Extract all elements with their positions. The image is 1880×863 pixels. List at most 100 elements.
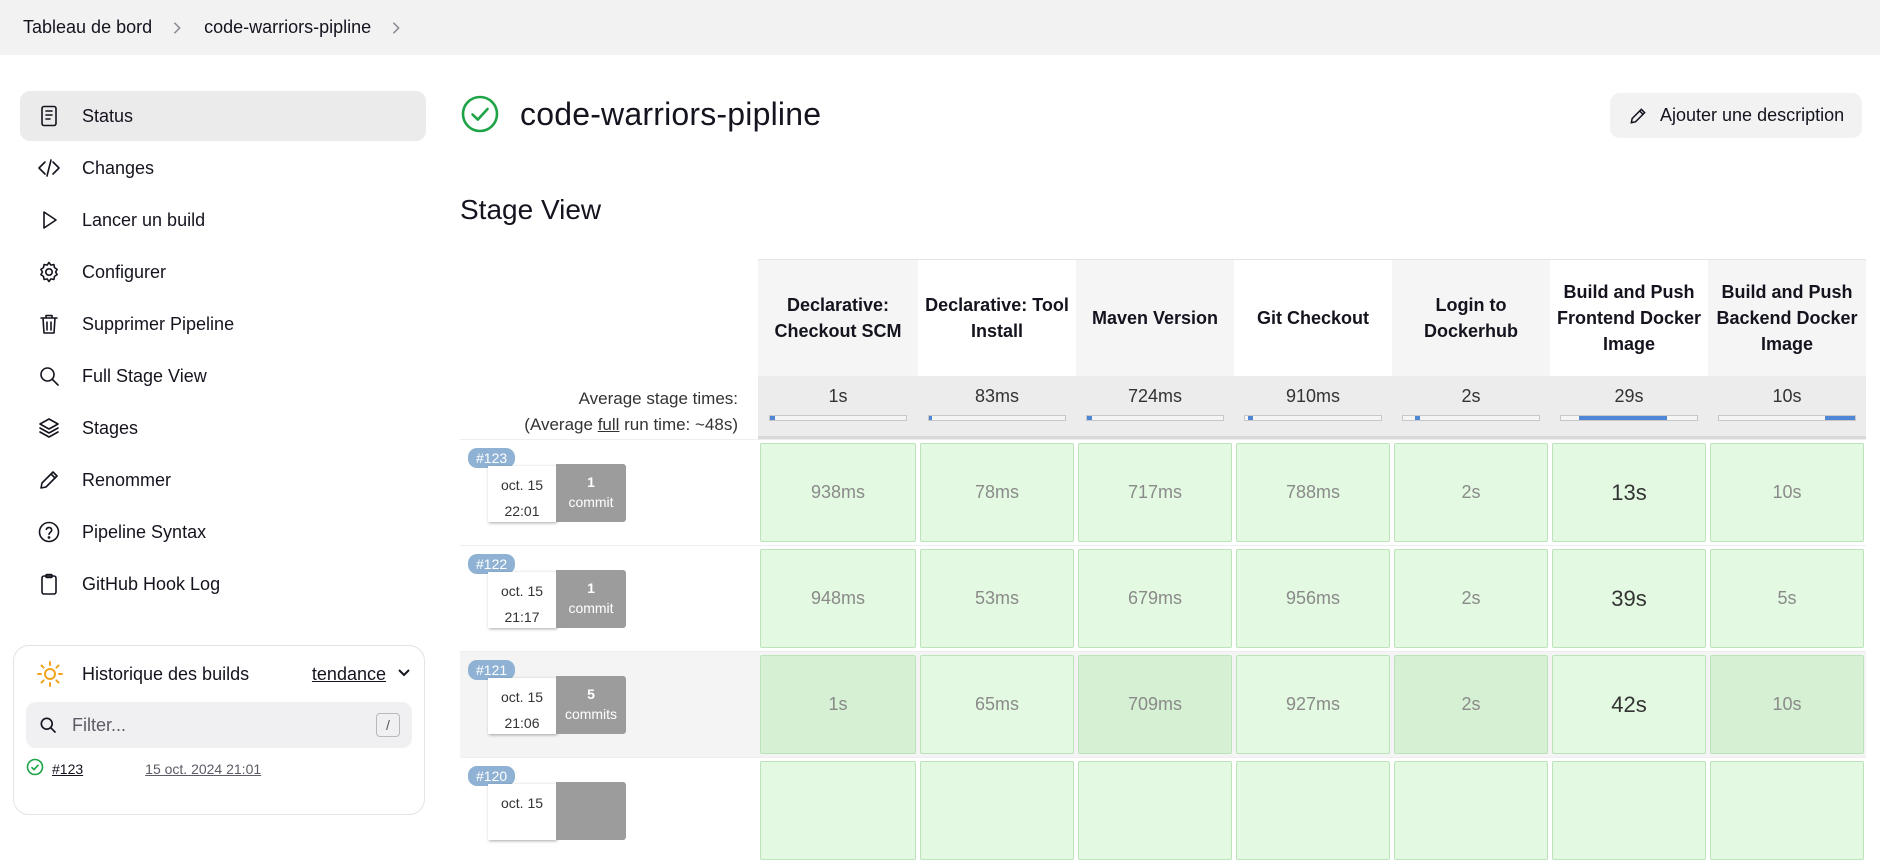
build-date-day: oct. 15 xyxy=(500,477,544,493)
add-description-button[interactable]: Ajouter une description xyxy=(1610,93,1863,138)
average-time: 910ms xyxy=(1285,386,1341,406)
average-cell: 910ms xyxy=(1234,376,1392,439)
stage-cell[interactable]: 788ms xyxy=(1236,443,1390,542)
average-bar-fill xyxy=(1579,416,1667,420)
layers-icon xyxy=(36,415,62,441)
sidebar-item-rename[interactable]: Renommer xyxy=(20,455,426,505)
sidebar-item-github-hook-log[interactable]: GitHub Hook Log xyxy=(20,559,426,609)
average-bar-fill xyxy=(929,416,932,420)
build-row: #120 oct. 15 xyxy=(460,757,1866,863)
sidebar-item-configure[interactable]: Configurer xyxy=(20,247,426,297)
sidebar-item-label: Configurer xyxy=(82,261,167,282)
stage-cell[interactable]: 2s xyxy=(1394,655,1548,754)
average-time: 83ms xyxy=(974,386,1019,406)
stage-cell[interactable] xyxy=(1552,761,1706,860)
stage-cell[interactable]: 709ms xyxy=(1078,655,1232,754)
stage-cell[interactable]: 717ms xyxy=(1078,443,1232,542)
build-number-badge[interactable]: #123 xyxy=(468,448,516,468)
stage-cell[interactable]: 10s xyxy=(1710,655,1864,754)
stage-cell[interactable]: 78ms xyxy=(920,443,1074,542)
average-bar-fill xyxy=(1825,416,1855,420)
stage-cell[interactable]: 42s xyxy=(1552,655,1706,754)
clipboard-icon xyxy=(36,571,62,597)
stage-header: Declarative: Checkout SCM xyxy=(758,259,918,376)
sidebar-item-label: Changes xyxy=(82,157,155,178)
add-description-label: Ajouter une description xyxy=(1660,105,1845,125)
sidebar-item-full-stage-view[interactable]: Full Stage View xyxy=(20,351,426,401)
sidebar-item-build[interactable]: Lancer un build xyxy=(20,195,426,245)
commit-count[interactable]: 1 commit xyxy=(556,570,626,628)
trend-link[interactable]: tendance xyxy=(312,664,386,685)
search-icon xyxy=(36,363,62,389)
breadcrumb-dashboard[interactable]: Tableau de bord xyxy=(23,17,152,38)
stage-cell[interactable] xyxy=(1236,761,1390,860)
average-bar xyxy=(1244,415,1382,421)
build-date-day: oct. 15 xyxy=(500,583,544,599)
stage-header: Login to Dockerhub xyxy=(1392,259,1550,376)
build-date: oct. 15 21:17 xyxy=(488,572,556,628)
stage-cell[interactable]: 2s xyxy=(1394,443,1548,542)
commit-count[interactable] xyxy=(556,782,626,840)
commit-count[interactable]: 1 commit xyxy=(556,464,626,522)
build-info: #121 oct. 15 21:06 5 commits xyxy=(460,652,758,757)
chevron-right-icon xyxy=(170,21,184,35)
average-time: 29s xyxy=(1614,386,1644,406)
average-full-run-label: (Average full run time: ~48s) xyxy=(460,412,738,438)
sidebar-item-stages[interactable]: Stages xyxy=(20,403,426,453)
stage-header: Build and Push Frontend Docker Image xyxy=(1550,259,1708,376)
stage-cell[interactable]: 1s xyxy=(760,655,916,754)
build-filter-input[interactable] xyxy=(72,714,376,736)
stage-cell[interactable]: 2s xyxy=(1394,549,1548,648)
sidebar-item-delete[interactable]: Supprimer Pipeline xyxy=(20,299,426,349)
average-cell: 10s xyxy=(1708,376,1866,439)
build-number-badge[interactable]: #121 xyxy=(468,660,516,680)
history-build-number[interactable]: #123 xyxy=(52,761,83,777)
stage-cell[interactable]: 5s xyxy=(1710,549,1864,648)
chevron-down-icon[interactable] xyxy=(396,664,412,685)
stage-cell[interactable]: 10s xyxy=(1710,443,1864,542)
average-time: 1s xyxy=(828,386,848,406)
document-icon xyxy=(36,103,62,129)
build-history-header: Historique des builds tendance xyxy=(14,646,424,702)
average-cell: 724ms xyxy=(1076,376,1234,439)
build-info: #120 oct. 15 xyxy=(460,758,758,863)
full-link[interactable]: full xyxy=(598,415,620,434)
commit-count[interactable]: 5 commits xyxy=(556,676,626,734)
sidebar-item-label: Full Stage View xyxy=(82,365,207,386)
breadcrumb-pipeline[interactable]: code-warriors-pipline xyxy=(204,17,371,38)
sidebar-item-pipeline-syntax[interactable]: Pipeline Syntax xyxy=(20,507,426,557)
build-info: #123 oct. 15 22:01 1 commit xyxy=(460,440,758,545)
stage-cell[interactable]: 13s xyxy=(1552,443,1706,542)
stage-cell[interactable]: 39s xyxy=(1552,549,1706,648)
stage-cell[interactable] xyxy=(760,761,916,860)
sidebar-item-status[interactable]: Status xyxy=(20,91,426,141)
chevron-right-icon[interactable] xyxy=(389,21,403,35)
history-build-date[interactable]: 15 oct. 2024 21:01 xyxy=(145,761,261,777)
search-icon xyxy=(40,717,57,734)
build-number-badge[interactable]: #122 xyxy=(468,554,516,574)
stage-cell[interactable]: 948ms xyxy=(760,549,916,648)
stage-cell[interactable]: 938ms xyxy=(760,443,916,542)
build-row: #121 oct. 15 21:06 5 commits 1s 65ms 709ms… xyxy=(460,651,1866,757)
stage-cell[interactable]: 53ms xyxy=(920,549,1074,648)
build-date-time: 22:01 xyxy=(504,503,540,519)
stage-cell[interactable]: 679ms xyxy=(1078,549,1232,648)
sidebar-item-label: Supprimer Pipeline xyxy=(82,313,235,334)
history-build-row[interactable]: #123 15 oct. 2024 21:01 xyxy=(14,758,424,779)
average-time: 724ms xyxy=(1127,386,1183,406)
stage-cell[interactable] xyxy=(1078,761,1232,860)
stage-cell[interactable]: 927ms xyxy=(1236,655,1390,754)
stage-cell[interactable] xyxy=(1394,761,1548,860)
average-bar-fill xyxy=(1087,416,1092,420)
sidebar-item-changes[interactable]: Changes xyxy=(20,143,426,193)
stage-cell[interactable] xyxy=(1710,761,1864,860)
stage-cell[interactable]: 65ms xyxy=(920,655,1074,754)
stage-cell[interactable]: 956ms xyxy=(1236,549,1390,648)
stage-header: Maven Version xyxy=(1076,259,1234,376)
stage-cell[interactable] xyxy=(920,761,1074,860)
play-icon xyxy=(36,207,62,233)
build-number-badge[interactable]: #120 xyxy=(468,766,516,786)
build-date-day: oct. 15 xyxy=(500,795,544,811)
pencil-icon xyxy=(36,467,62,493)
sidebar-item-label: GitHub Hook Log xyxy=(82,573,221,594)
